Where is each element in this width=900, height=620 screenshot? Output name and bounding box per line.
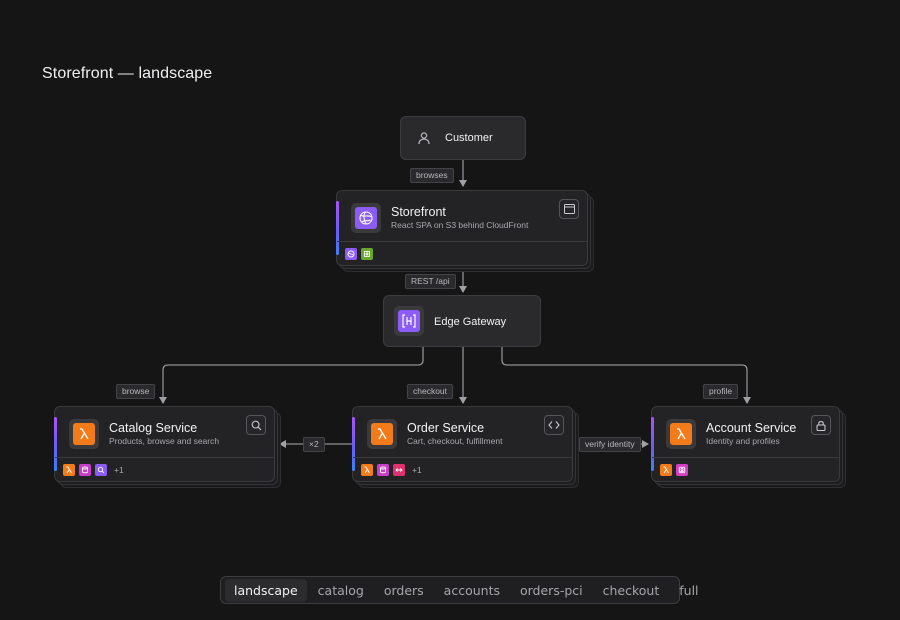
node-subtitle: React SPA on S3 behind CloudFront (391, 220, 529, 230)
node-order-service[interactable]: Order Service Cart, checkout, fulfillmen… (352, 406, 573, 482)
lambda-icon (670, 423, 692, 445)
edge-label-verify-identity: verify identity (579, 437, 641, 452)
node-chips: +1 (63, 464, 124, 476)
dynamodb-icon (79, 464, 91, 476)
node-title: Customer (445, 132, 493, 144)
tab-accounts[interactable]: accounts (435, 579, 509, 602)
s3-bucket-icon (361, 248, 373, 260)
cognito-icon (676, 464, 688, 476)
tab-landscape[interactable]: landscape (225, 578, 307, 602)
node-icon-tile (69, 419, 99, 449)
lambda-icon (361, 464, 373, 476)
lock-icon[interactable] (811, 415, 831, 435)
cloudfront-icon (345, 248, 357, 260)
node-storefront[interactable]: Storefront React SPA on S3 behind CloudF… (336, 190, 588, 266)
tab-checkout[interactable]: checkout (594, 579, 669, 602)
lambda-icon (73, 423, 95, 445)
node-icon-tile (351, 203, 381, 233)
node-customer[interactable]: Customer (400, 116, 526, 160)
node-subtitle: Products, browse and search (109, 436, 220, 446)
node-title: Account Service (706, 421, 797, 435)
node-edge-gateway[interactable]: Edge Gateway (383, 295, 541, 347)
tab-orders[interactable]: orders (375, 579, 433, 602)
node-subtitle: Cart, checkout, fulfillment (407, 436, 503, 446)
node-catalog-service[interactable]: Catalog Service Products, browse and sea… (54, 406, 275, 482)
node-chips (345, 248, 373, 260)
edge-label-checkout: checkout (407, 384, 454, 399)
globe-icon (355, 207, 377, 229)
edge-label-profile: profile (703, 384, 739, 399)
edge-label-browse: browse (116, 384, 156, 399)
tab-full[interactable]: full (670, 579, 707, 602)
user-icon (417, 131, 431, 150)
tab-orders-pci[interactable]: orders-pci (511, 579, 592, 602)
edge-label-browses: browses (410, 168, 454, 183)
edge-label-rest-api: REST /api (405, 274, 456, 289)
code-icon[interactable] (544, 415, 564, 435)
node-icon-tile (394, 306, 424, 336)
browser-window-icon[interactable] (559, 199, 579, 219)
more-count: +1 (412, 465, 422, 475)
sqs-icon (393, 464, 405, 476)
lambda-icon (63, 464, 75, 476)
node-icon-tile (666, 419, 696, 449)
diagram-canvas: Storefront — landscape browses REST /api… (0, 0, 900, 620)
dynamodb-icon (377, 464, 389, 476)
lambda-icon (371, 423, 393, 445)
node-divider (337, 241, 587, 242)
node-chips (660, 464, 688, 476)
node-subtitle: Identity and profiles (706, 436, 780, 446)
opensearch-icon (95, 464, 107, 476)
edge-gateway-catalog (159, 347, 424, 404)
node-icon-tile (367, 419, 397, 449)
tab-catalog[interactable]: catalog (309, 579, 373, 602)
search-icon[interactable] (246, 415, 266, 435)
view-tabs: landscape catalog orders accounts orders-pci… (220, 576, 699, 604)
lambda-icon (660, 464, 672, 476)
node-title: Edge Gateway (434, 316, 507, 328)
more-count: +1 (114, 465, 124, 475)
node-title: Order Service (407, 421, 485, 435)
edge-label-x2: ×2 (303, 437, 325, 452)
node-divider (353, 457, 572, 458)
node-chips: +1 (361, 464, 422, 476)
node-account-service[interactable]: Account Service Identity and profiles (651, 406, 840, 482)
api-gateway-icon (398, 310, 420, 332)
node-title: Catalog Service (109, 421, 198, 435)
node-divider (652, 457, 839, 458)
node-title: Storefront (391, 205, 446, 219)
node-divider (55, 457, 274, 458)
